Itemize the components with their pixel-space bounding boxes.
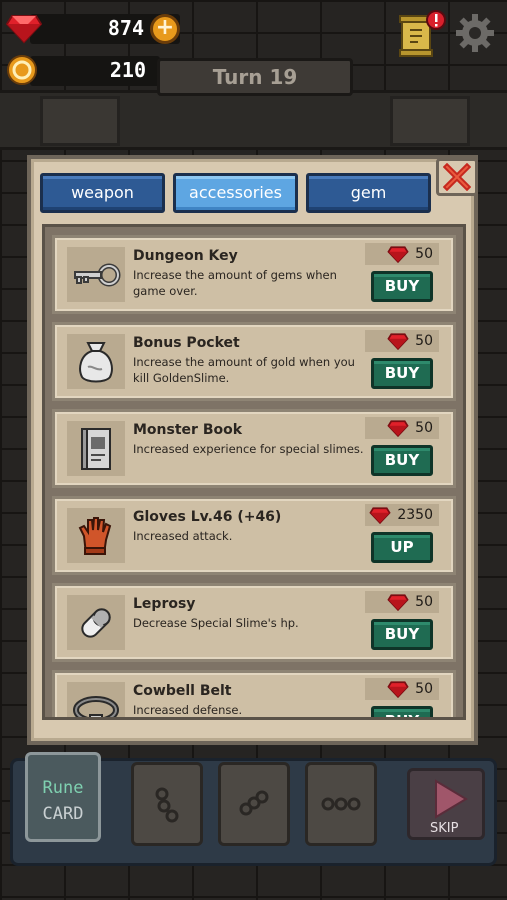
rune-card-label-bottom: CARD bbox=[42, 804, 84, 824]
item-price: 50 bbox=[365, 678, 439, 700]
play-arrow-icon bbox=[435, 779, 468, 819]
wall-statue-left bbox=[40, 96, 120, 146]
item-description: Increased defense. bbox=[133, 703, 243, 717]
gem-icon bbox=[6, 15, 42, 44]
book-icon bbox=[81, 427, 111, 470]
gem-icon bbox=[387, 333, 409, 350]
rune-glyph-icon bbox=[239, 790, 269, 816]
gold-coin-icon bbox=[7, 55, 37, 85]
gem-icon bbox=[387, 420, 409, 437]
item-price: 2350 bbox=[365, 504, 439, 526]
price-value: 50 bbox=[415, 594, 433, 610]
item-icon-frame bbox=[67, 421, 125, 476]
item-price: 50 bbox=[365, 591, 439, 613]
item-name: Leprosy bbox=[133, 596, 196, 612]
rune-card-label-top: Rune bbox=[42, 778, 84, 798]
list-item: Gloves Lv.46 (+46) Increased attack. 235… bbox=[52, 496, 456, 575]
rune-card-button[interactable]: Rune CARD bbox=[25, 752, 101, 842]
close-button[interactable] bbox=[436, 158, 478, 196]
gem-count: 874 bbox=[107, 16, 144, 40]
pill-icon bbox=[81, 607, 111, 638]
pouch-icon bbox=[79, 341, 113, 382]
list-item: Monster Book Increased experience for sp… bbox=[52, 409, 456, 488]
item-price: 50 bbox=[365, 243, 439, 265]
price-value: 50 bbox=[415, 420, 433, 436]
item-icon-frame bbox=[67, 595, 125, 650]
item-description: Increased experience for special slimes. bbox=[133, 442, 364, 456]
buy-button[interactable]: BUY bbox=[371, 445, 433, 476]
item-name: Dungeon Key bbox=[133, 248, 238, 264]
belt-icon bbox=[73, 695, 119, 717]
item-description: Increase the amount of gems when game ov… bbox=[133, 268, 337, 298]
item-icon-frame bbox=[67, 682, 125, 717]
tab-weapon[interactable]: weapon bbox=[40, 173, 165, 213]
list-item: Bonus Pocket Increase the amount of gold… bbox=[52, 322, 456, 401]
rune-glyph-icon bbox=[321, 797, 361, 811]
price-value: 50 bbox=[415, 681, 433, 697]
list-item: Cowbell Belt Increased defense. 50 BUY bbox=[52, 670, 456, 717]
turn-indicator: Turn 19 bbox=[157, 58, 353, 96]
skip-label: SKIP bbox=[430, 821, 459, 836]
tab-accessories[interactable]: accessories bbox=[173, 173, 298, 213]
key-icon bbox=[74, 263, 121, 286]
shop-item-list[interactable]: Dungeon Key Increase the amount of gems … bbox=[42, 224, 466, 720]
quest-scroll-icon[interactable] bbox=[398, 10, 448, 58]
list-item: Dungeon Key Increase the amount of gems … bbox=[52, 235, 456, 314]
rune-glyph-icon bbox=[155, 787, 179, 823]
gold-count: 210 bbox=[109, 58, 146, 82]
item-name: Bonus Pocket bbox=[133, 335, 240, 351]
list-item: Leprosy Decrease Special Slime's hp. 50 … bbox=[52, 583, 456, 662]
gem-icon bbox=[387, 594, 409, 611]
tab-gem[interactable]: gem bbox=[306, 173, 431, 213]
settings-gear-icon[interactable] bbox=[454, 12, 496, 54]
item-name: Gloves Lv.46 (+46) bbox=[133, 509, 282, 525]
rune-slot-2[interactable] bbox=[218, 762, 290, 846]
buy-button[interactable]: BUY bbox=[371, 358, 433, 389]
gem-icon bbox=[387, 681, 409, 698]
item-name: Monster Book bbox=[133, 422, 243, 438]
item-icon-frame bbox=[67, 334, 125, 389]
gem-counter: 874 + bbox=[0, 10, 180, 46]
item-description: Increased attack. bbox=[133, 529, 233, 543]
gem-icon bbox=[369, 507, 391, 524]
item-icon-frame bbox=[67, 247, 125, 302]
rune-slot-3[interactable] bbox=[305, 762, 377, 846]
close-icon bbox=[443, 163, 471, 191]
buy-button[interactable]: BUY bbox=[371, 271, 433, 302]
skip-button[interactable]: SKIP bbox=[407, 768, 485, 840]
buy-button[interactable]: BUY bbox=[371, 619, 433, 650]
item-icon-frame bbox=[67, 508, 125, 563]
item-description: Increase the amount of gold when you kil… bbox=[133, 355, 355, 385]
upgrade-button[interactable]: UP bbox=[371, 532, 433, 563]
glove-icon bbox=[78, 516, 112, 555]
wall-statue-right bbox=[390, 96, 470, 146]
price-value: 50 bbox=[415, 333, 433, 349]
item-price: 50 bbox=[365, 330, 439, 352]
gold-counter: 210 bbox=[0, 52, 160, 88]
price-value: 2350 bbox=[397, 507, 433, 523]
price-value: 50 bbox=[415, 246, 433, 262]
item-name: Cowbell Belt bbox=[133, 683, 232, 699]
rune-slot-1[interactable] bbox=[131, 762, 203, 846]
shop-tabs: weapon accessories gem bbox=[40, 173, 431, 213]
buy-button[interactable]: BUY bbox=[371, 706, 433, 717]
gem-icon bbox=[387, 246, 409, 263]
item-price: 50 bbox=[365, 417, 439, 439]
item-description: Decrease Special Slime's hp. bbox=[133, 616, 299, 630]
add-gems-button[interactable]: + bbox=[150, 14, 180, 44]
